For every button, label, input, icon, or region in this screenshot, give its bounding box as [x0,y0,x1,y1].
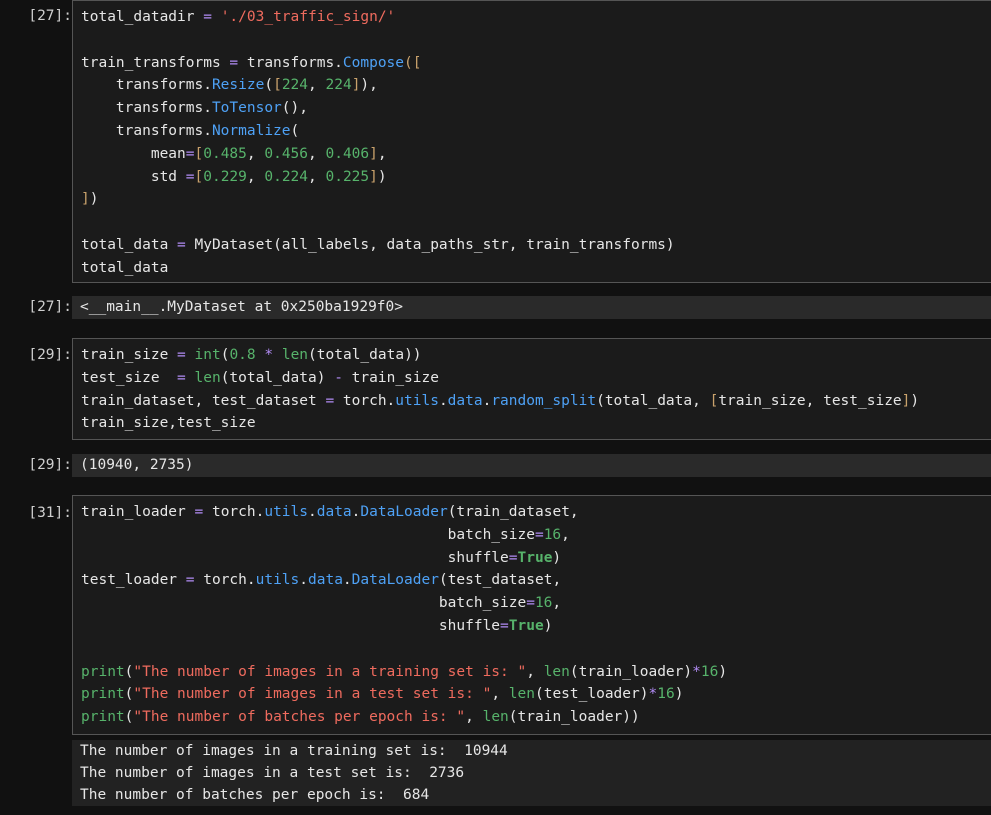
code-line: total_datadir = './03_traffic_sign/' [81,9,396,25]
output-area: <__main__.MyDataset at 0x250ba1929f0> [72,296,991,319]
code-line: print("The number of batches per epoch i… [81,709,640,726]
code-line: total_data = MyDataset(all_labels, data_… [81,236,675,253]
code-line: train_size = int(0.8 * len(total_data)) [81,347,422,363]
code-line: batch_size=16, [81,526,570,543]
code-line: test_size = len(total_data) - train_size [81,369,439,386]
code-line: print("The number of images in a trainin… [81,663,728,680]
cell-prompt: [31]: [28,505,72,521]
stream-line: The number of batches per epoch is: 684 [80,786,430,803]
output-text: (10940, 2735) [80,457,194,473]
cell-prompt: [29]: [28,347,72,363]
code-line: transforms.ToTensor(), [81,100,308,117]
output-prompt: [29]: [28,457,72,473]
code-line: ]) [81,191,99,208]
output-area: (10940, 2735) [72,454,991,477]
code-line: shuffle=True) [81,549,562,566]
cell-prompt: [27]: [28,8,72,24]
output-prompt: [27]: [28,299,72,315]
code-line: std =[0.229, 0.224, 0.225]) [81,168,387,185]
code-line: batch_size=16, [81,595,562,612]
stream-output: The number of images in a training set i… [72,740,991,806]
stream-line: The number of images in a test set is: 2… [80,764,465,781]
stream-line: The number of images in a training set i… [80,743,508,759]
code-line: mean=[0.485, 0.456, 0.406], [81,145,387,162]
code-line: print("The number of images in a test se… [81,686,684,703]
output-text: <__main__.MyDataset at 0x250ba1929f0> [80,299,404,315]
code-line: train_loader = torch.utils.data.DataLoad… [81,504,579,520]
code-cell[interactable]: total_datadir = './03_traffic_sign/' tra… [72,0,991,283]
code-editor[interactable]: train_size = int(0.8 * len(total_data)) … [73,339,991,435]
code-line: transforms.Resize([224, 224]), [81,77,378,94]
code-line: train_size,test_size [81,415,256,432]
code-editor[interactable]: train_loader = torch.utils.data.DataLoad… [73,496,991,729]
code-cell[interactable]: train_loader = torch.utils.data.DataLoad… [72,495,991,735]
code-line: transforms.Normalize( [81,122,300,139]
code-line: test_loader = torch.utils.data.DataLoade… [81,572,562,589]
code-line: train_dataset, test_dataset = torch.util… [81,392,920,409]
code-line: total_data [81,259,169,276]
code-editor[interactable]: total_datadir = './03_traffic_sign/' tra… [73,1,991,280]
code-cell[interactable]: train_size = int(0.8 * len(total_data)) … [72,338,991,440]
code-line: shuffle=True) [81,617,553,634]
code-line: train_transforms = transforms.Compose([ [81,54,422,71]
stream-text: The number of images in a training set i… [72,740,991,806]
